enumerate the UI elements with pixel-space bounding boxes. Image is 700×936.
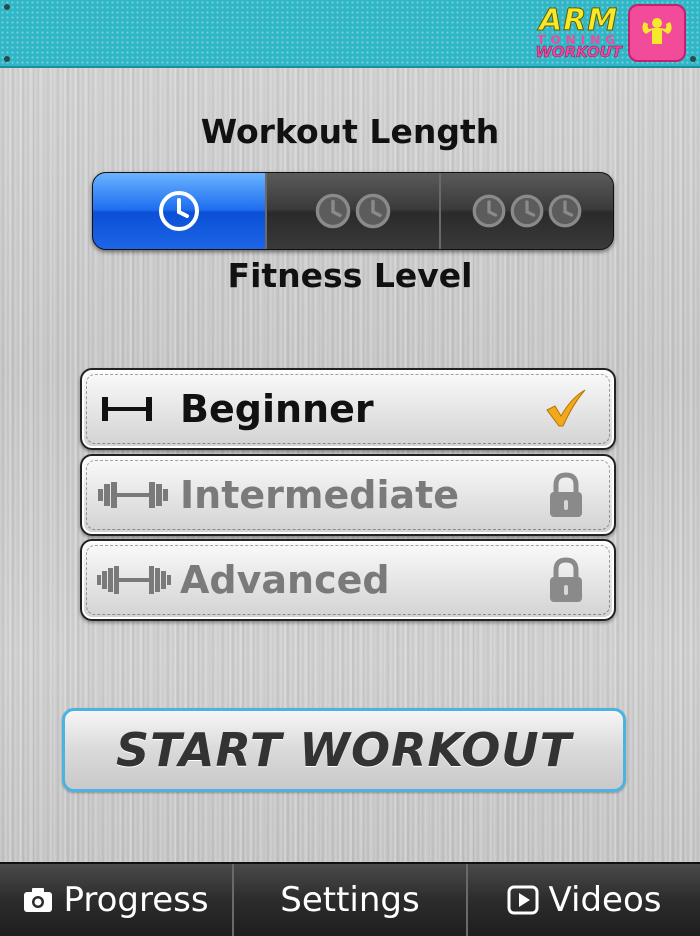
dumbbell-icon	[96, 394, 176, 424]
tab-label: Settings	[280, 880, 420, 920]
clock-icon	[355, 193, 391, 229]
fitness-level-title: Fitness Level	[227, 256, 473, 295]
workout-length-option-short[interactable]	[93, 173, 267, 249]
tab-videos[interactable]: Videos	[468, 864, 700, 936]
lock-icon	[536, 556, 596, 604]
bottom-tab-bar: Progress Settings Videos	[0, 862, 700, 936]
rivet-icon	[690, 56, 696, 62]
level-option-beginner[interactable]: Beginner	[80, 368, 616, 450]
workout-length-option-long[interactable]	[441, 173, 613, 249]
clock-icon	[510, 194, 544, 228]
level-label: Advanced	[180, 558, 390, 602]
start-workout-label: START WORKOUT	[115, 723, 573, 777]
clock-icon	[315, 193, 351, 229]
workout-length-segmented-control	[92, 172, 614, 250]
clock-icon	[472, 194, 506, 228]
clock-icon	[548, 194, 582, 228]
dumbbell-icon	[96, 480, 176, 510]
clock-icon	[159, 191, 199, 231]
lock-icon	[536, 471, 596, 519]
logo-line-arm: ARM	[539, 3, 619, 38]
workout-length-title: Workout Length	[200, 112, 500, 151]
tab-label: Videos	[548, 880, 662, 920]
logo-text: ARM TONING WORKOUT	[535, 3, 622, 61]
play-icon	[507, 885, 538, 915]
start-workout-button[interactable]: START WORKOUT	[62, 708, 626, 792]
rivet-icon	[4, 56, 10, 62]
tab-settings[interactable]: Settings	[234, 864, 468, 936]
level-label: Beginner	[180, 387, 374, 431]
level-option-advanced[interactable]: Advanced	[80, 539, 616, 621]
check-icon	[536, 388, 596, 430]
tab-label: Progress	[63, 880, 209, 920]
logo-line-workout: WORKOUT	[535, 43, 622, 61]
camera-icon	[24, 888, 53, 912]
rivet-icon	[4, 4, 10, 10]
workout-length-option-medium[interactable]	[267, 173, 441, 249]
level-label: Intermediate	[180, 473, 460, 517]
flexing-person-icon	[628, 4, 686, 62]
dumbbell-icon	[96, 565, 176, 595]
tab-progress[interactable]: Progress	[0, 864, 234, 936]
top-bar: ARM TONING WORKOUT	[0, 0, 700, 68]
level-option-intermediate[interactable]: Intermediate	[80, 454, 616, 536]
app-logo: ARM TONING WORKOUT	[535, 4, 686, 62]
